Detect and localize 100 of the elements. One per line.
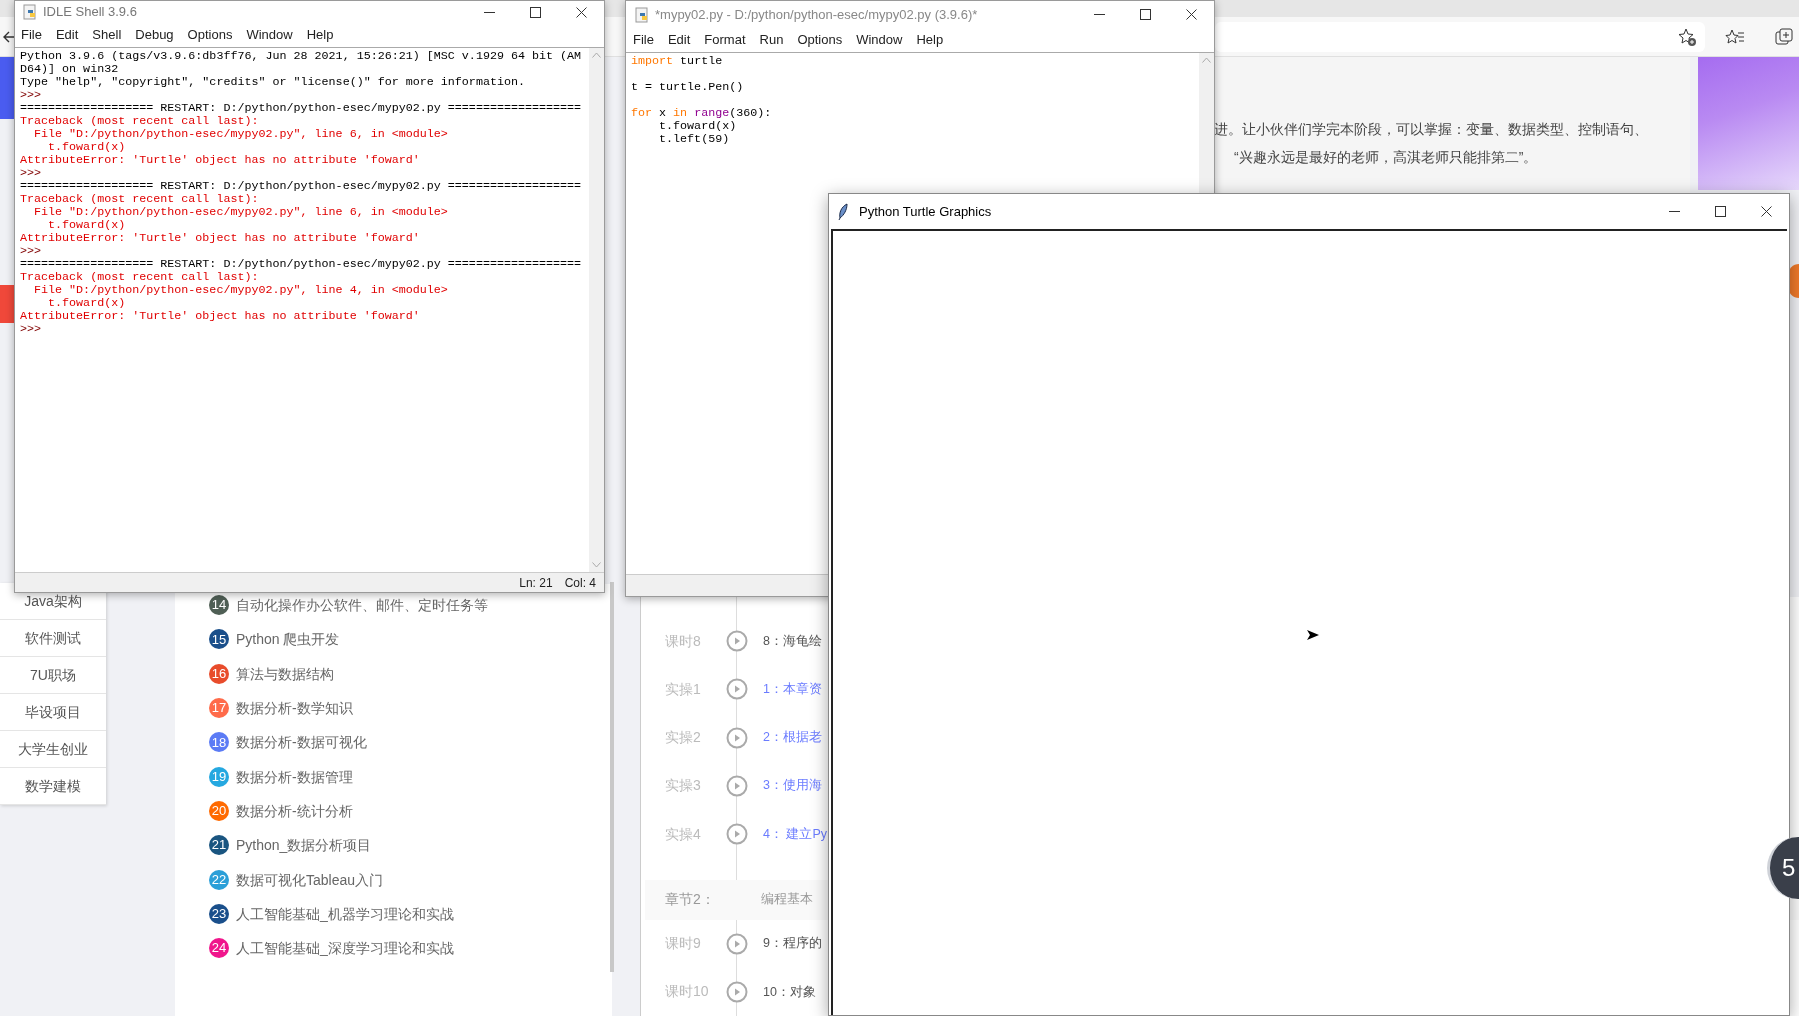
lesson-label: 实操1 bbox=[664, 679, 702, 699]
number-badge: 24 bbox=[209, 938, 229, 959]
menu-item[interactable]: Window bbox=[246, 25, 293, 45]
star-add-icon[interactable] bbox=[1677, 27, 1697, 47]
shell-line: Traceback (most recent call last): bbox=[20, 271, 260, 284]
python-file-icon bbox=[634, 6, 650, 23]
shell-line: >>> bbox=[20, 167, 43, 180]
number-badge: 18 bbox=[209, 732, 229, 753]
shell-line: t.foward(x) bbox=[47, 219, 127, 232]
shell-line: File "D:/python/python-esec/mypy02.py", line 4, in <module> bbox=[33, 284, 449, 297]
sidebar-item[interactable]: 毕设项目 bbox=[25, 704, 81, 720]
menu-item[interactable]: Window bbox=[856, 30, 903, 50]
window-title: IDLE Shell 3.9.6 bbox=[43, 3, 137, 22]
number-badge: 16 bbox=[209, 663, 229, 684]
course-link[interactable]: 数据分析-统计分析 bbox=[236, 802, 353, 819]
menu-item[interactable]: Options bbox=[187, 25, 233, 45]
window-title: *mypy02.py - D:/python/python-esec/mypy02.py (3.9.6)* bbox=[655, 5, 978, 24]
line-number: Ln: 21 bbox=[519, 574, 553, 592]
number-badge: 15 bbox=[209, 629, 229, 650]
intro-text: “兴趣永远是最好的老师，高淇老师只能排第二”。 bbox=[1233, 148, 1539, 167]
shell-line: t.foward(x) bbox=[47, 141, 127, 154]
menu-item[interactable]: File bbox=[633, 30, 654, 50]
number-badge: 23 bbox=[209, 903, 229, 924]
shell-line: =================== RESTART: D:/python/python-esec/mypy02.py =================== bbox=[20, 180, 583, 193]
shell-line: Traceback (most recent call last): bbox=[20, 115, 260, 128]
course-link[interactable]: Python 爬虫开发 bbox=[236, 631, 340, 648]
python-file-icon bbox=[22, 4, 38, 20]
menu-item[interactable]: Edit bbox=[55, 25, 79, 45]
menu-item[interactable]: File bbox=[21, 25, 42, 45]
menu-item[interactable]: Debug bbox=[135, 25, 174, 45]
lesson-label: 实操4 bbox=[664, 824, 702, 844]
lesson-title[interactable]: 8：海龟绘 bbox=[763, 631, 822, 651]
sidebar-item[interactable]: 软件测试 bbox=[25, 630, 81, 646]
code-line[interactable]: t.left(59) bbox=[631, 133, 730, 146]
intro-text: 进。让小伙伴们学完本阶段，可以掌握：变量、数据类型、控制语句、 bbox=[1214, 120, 1649, 139]
maximize-icon[interactable] bbox=[1714, 206, 1726, 217]
number-badge: 17 bbox=[209, 698, 229, 719]
shell-line: =================== RESTART: D:/python/python-esec/mypy02.py =================== bbox=[20, 102, 583, 115]
close-icon[interactable] bbox=[1760, 206, 1772, 217]
lesson-label: 实操2 bbox=[664, 728, 702, 748]
maximize-icon[interactable] bbox=[529, 6, 541, 18]
menu-item[interactable]: Shell bbox=[92, 25, 122, 45]
feather-icon bbox=[837, 202, 849, 221]
close-icon[interactable] bbox=[575, 6, 587, 18]
lesson-title[interactable]: 3：使用海 bbox=[763, 776, 822, 796]
course-link[interactable]: Python_数据分析项目 bbox=[236, 837, 372, 854]
window-title: Python Turtle Graphics bbox=[859, 202, 992, 221]
code-line[interactable]: for x in range(360): bbox=[631, 107, 772, 120]
code-line[interactable]: import turtle bbox=[631, 55, 723, 68]
menu-item[interactable]: Help bbox=[306, 25, 334, 45]
favorites-icon[interactable] bbox=[1725, 27, 1745, 47]
lesson-title[interactable]: 2：根据老 bbox=[763, 728, 822, 747]
shell-line: D64)] on win32 bbox=[20, 63, 120, 76]
banner-edge bbox=[0, 57, 14, 119]
sidebar-item[interactable]: 7U职场 bbox=[30, 667, 76, 683]
code-line[interactable]: t.foward(x) bbox=[631, 120, 737, 133]
course-link[interactable]: 数据分析-数据可视化 bbox=[236, 734, 367, 751]
lesson-label: 实操3 bbox=[664, 776, 702, 796]
course-link[interactable]: 数据分析-数学知识 bbox=[236, 700, 353, 717]
lesson-label: 课时8 bbox=[664, 631, 702, 651]
shell-line: Traceback (most recent call last): bbox=[20, 193, 260, 206]
shell-line: File "D:/python/python-esec/mypy02.py", line 6, in <module> bbox=[33, 206, 449, 219]
menu-item[interactable]: Run bbox=[759, 30, 784, 50]
lesson-title[interactable]: 4： 建立Py bbox=[763, 824, 827, 844]
lesson-label: 章节2： bbox=[664, 890, 716, 910]
sidebar-item[interactable]: Java架构 bbox=[24, 593, 82, 609]
collections-icon[interactable] bbox=[1774, 27, 1794, 47]
back-icon[interactable] bbox=[2, 29, 16, 44]
code-line[interactable]: t = turtle.Pen() bbox=[631, 81, 744, 94]
course-link[interactable]: 自动化操作办公软件、邮件、定时任务等 bbox=[236, 597, 488, 614]
course-link[interactable]: 数据可视化Tableau入门 bbox=[236, 871, 384, 888]
shell-line: AttributeError: 'Turtle' object has no attribute 'foward' bbox=[20, 154, 421, 167]
sidebar-item[interactable]: 数学建模 bbox=[25, 778, 81, 794]
menu-item[interactable]: Edit bbox=[667, 30, 691, 50]
menu-item[interactable]: Options bbox=[797, 30, 843, 50]
course-link[interactable]: 算法与数据结构 bbox=[236, 665, 334, 682]
lesson-title[interactable]: 9：程序的 bbox=[763, 934, 822, 954]
maximize-icon[interactable] bbox=[1139, 9, 1151, 20]
lesson-title[interactable]: 10：对象 bbox=[763, 982, 816, 1002]
lesson-label: 课时10 bbox=[664, 982, 710, 1002]
shell-line: t.foward(x) bbox=[47, 297, 127, 310]
shell-line: Type "help", "copyright", "credits" or "license()" for more information. bbox=[20, 76, 526, 89]
menu-item[interactable]: Help bbox=[916, 30, 944, 50]
course-link[interactable]: 数据分析-数据管理 bbox=[236, 768, 353, 785]
course-link[interactable]: 人工智能基础_深度学习理论和实战 bbox=[236, 940, 454, 957]
shell-line: Python 3.9.6 (tags/v3.9.6:db3ff76, Jun 28 2021, 15:26:21) [MSC v.1929 64 bit (AM bbox=[20, 50, 583, 63]
shell-line: >>> bbox=[20, 89, 43, 102]
sidebar-item[interactable]: 大学生创业 bbox=[18, 741, 88, 757]
number-badge: 21 bbox=[209, 835, 229, 856]
number-badge: 14 bbox=[209, 595, 229, 616]
course-link[interactable]: 人工智能基础_机器学习理论和实战 bbox=[236, 905, 454, 922]
number-badge: 20 bbox=[209, 800, 229, 821]
shell-line: AttributeError: 'Turtle' object has no attribute 'foward' bbox=[20, 310, 421, 323]
banner-edge bbox=[0, 285, 14, 323]
lesson-label: 课时9 bbox=[664, 934, 702, 954]
number-badge: 22 bbox=[209, 869, 229, 890]
menu-item[interactable]: Format bbox=[704, 30, 746, 50]
shell-line: =================== RESTART: D:/python/python-esec/mypy02.py =================== bbox=[20, 258, 583, 271]
lesson-title[interactable]: 1：本章资 bbox=[763, 679, 822, 699]
close-icon[interactable] bbox=[1185, 9, 1197, 20]
